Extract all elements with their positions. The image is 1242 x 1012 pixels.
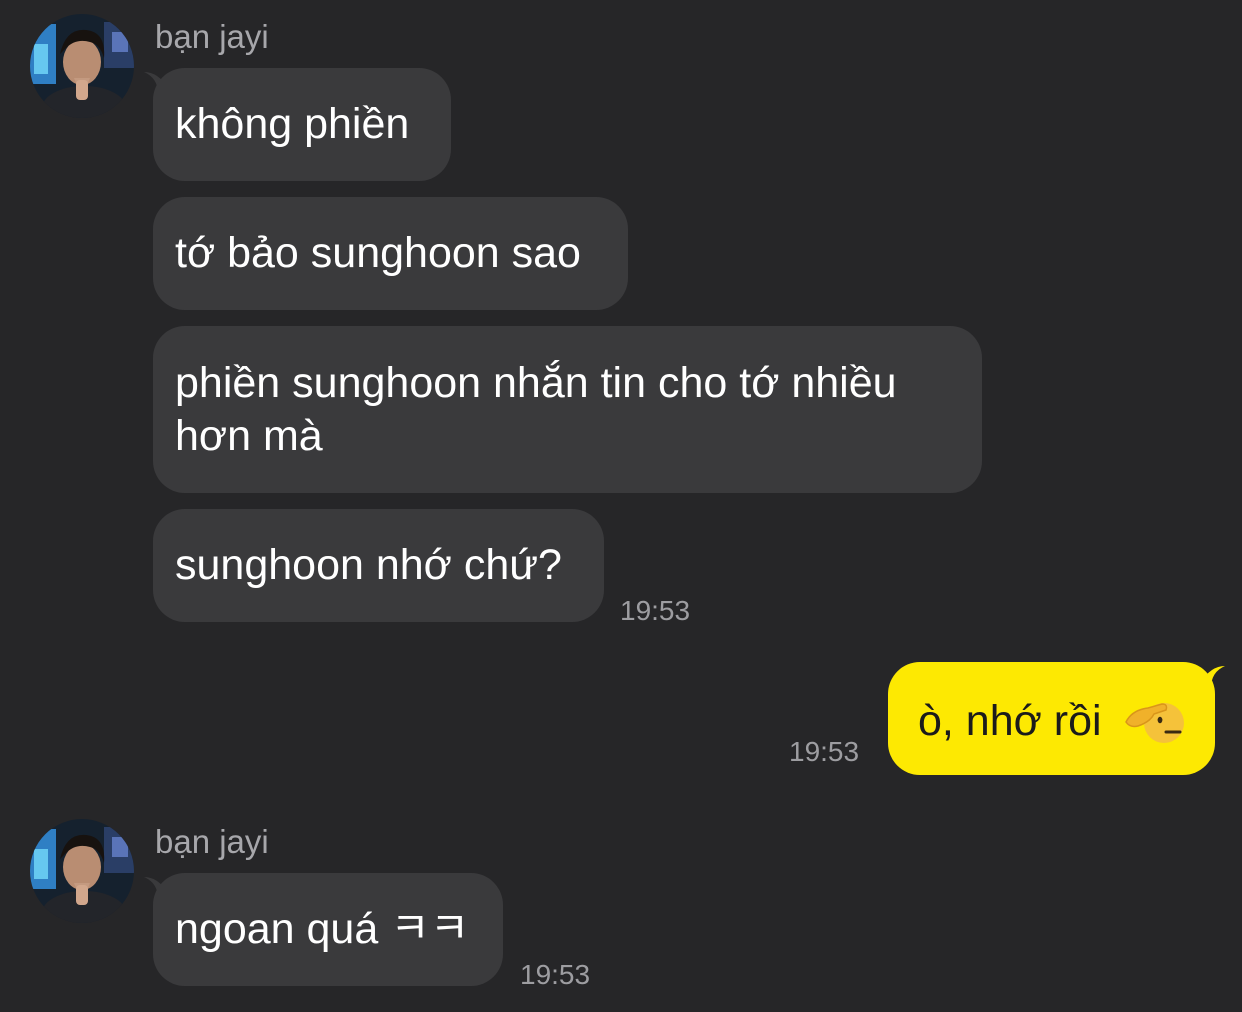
sender-avatar[interactable] xyxy=(30,819,134,923)
message-text: không phiền xyxy=(175,100,410,148)
message-text: tớ bảo sunghoon sao xyxy=(175,229,581,277)
message-text-line: phiền sunghoon nhắn tin cho tớ nhiều xyxy=(175,359,897,407)
message-text: ò, nhớ rồi xyxy=(918,697,1102,745)
my-message-bubble[interactable]: ò, nhớ rồi xyxy=(888,662,1215,775)
message-bubble[interactable]: sunghoon nhớ chứ? xyxy=(153,509,604,622)
message-text-line: hơn mà xyxy=(175,412,323,460)
message-text: ngoan quá ㅋㅋ xyxy=(175,905,470,953)
saluting-face-icon xyxy=(1124,702,1184,743)
message-bubble[interactable]: tớ bảo sunghoon sao xyxy=(153,197,628,310)
avatar-photo xyxy=(30,14,134,118)
chat-conversation: bạn jayi không phiền tớ bảo sunghoon sao… xyxy=(0,0,1242,1012)
message-timestamp: 19:53 xyxy=(520,959,591,990)
message-bubble[interactable]: phiền sunghoon nhắn tin cho tớ nhiều hơn… xyxy=(153,326,982,493)
message-text: sunghoon nhớ chứ? xyxy=(175,541,562,589)
message-bubble[interactable]: không phiền xyxy=(153,68,451,181)
bubble-tail xyxy=(1201,666,1225,688)
sender-name: bạn jayi xyxy=(155,823,269,860)
avatar-photo xyxy=(30,819,134,923)
message-timestamp: 19:53 xyxy=(620,595,691,626)
sender-name: bạn jayi xyxy=(155,18,269,55)
message-timestamp: 19:53 xyxy=(789,736,860,767)
sender-avatar[interactable] xyxy=(30,14,134,118)
message-bubble[interactable]: ngoan quá ㅋㅋ xyxy=(153,873,503,986)
